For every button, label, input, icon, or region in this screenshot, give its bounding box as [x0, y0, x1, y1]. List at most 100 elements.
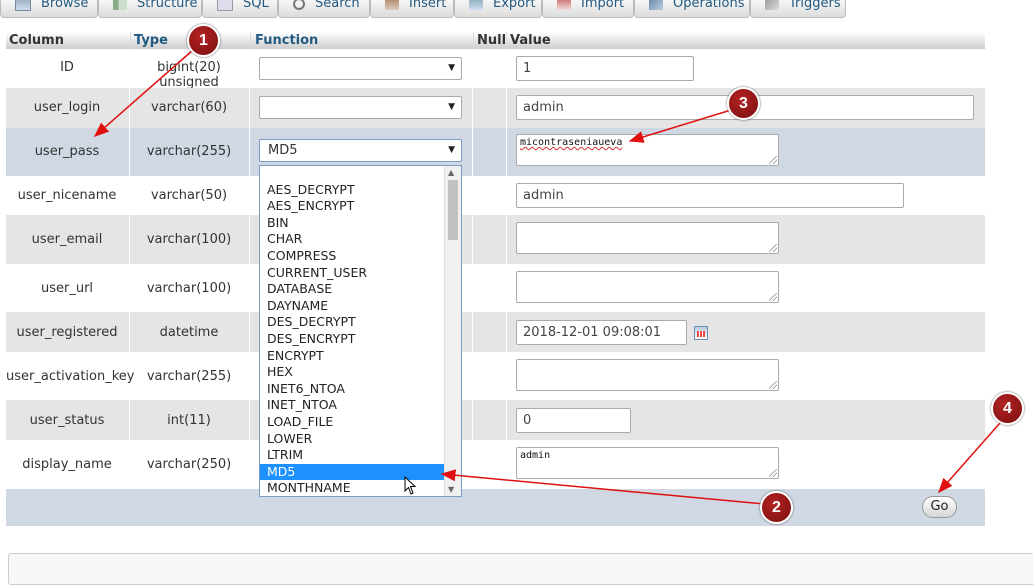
column-name: ID [60, 60, 74, 75]
value-input-user-registered[interactable]: 2018-12-01 09:08:01 [516, 320, 687, 345]
table-row: ID bigint(20) unsigned [6, 49, 985, 90]
dropdown-option[interactable]: INET6_NTOA [260, 381, 444, 397]
column-type: varchar(250) [146, 457, 232, 472]
dropdown-option[interactable]: DES_DECRYPT [260, 314, 444, 330]
tab-export[interactable]: Export [454, 0, 542, 18]
dropdown-option[interactable]: LTRIM [260, 447, 444, 463]
step-marker-3: 3 [727, 87, 760, 120]
column-type: varchar(60) [150, 100, 228, 115]
value-input-id[interactable]: 1 [516, 56, 694, 81]
resize-grip-icon[interactable] [769, 244, 777, 252]
dropdown-option[interactable]: ENCRYPT [260, 348, 444, 364]
dropdown-option[interactable]: INET_NTOA [260, 397, 444, 413]
header-value: Value [510, 33, 551, 48]
table-header: Column Type Function Null Value [6, 32, 985, 49]
column-name: user_url [40, 281, 94, 296]
value-input-user-status[interactable]: 0 [516, 408, 631, 433]
insert-icon [385, 0, 399, 10]
tab-import[interactable]: Import [542, 0, 634, 18]
sql-icon [217, 0, 233, 11]
column-name: user_email [31, 232, 103, 247]
search-icon [293, 0, 305, 10]
column-name: user_login [33, 100, 101, 115]
value-textarea-user-email[interactable] [516, 222, 779, 254]
tab-insert[interactable]: Insert [370, 0, 454, 18]
column-name: user_nicename [17, 188, 117, 203]
resize-grip-icon[interactable] [769, 156, 777, 164]
scroll-down-icon[interactable]: ▼ [448, 485, 454, 494]
step-marker-4: 4 [991, 392, 1024, 425]
dropdown-option[interactable]: DATABASE [260, 281, 444, 297]
value-textarea-user-activation-key[interactable] [516, 359, 779, 391]
tab-triggers[interactable]: Triggers [750, 0, 846, 18]
tab-structure[interactable]: Structure [98, 0, 202, 18]
resize-grip-icon[interactable] [769, 381, 777, 389]
dropdown-option[interactable]: HEX [260, 364, 444, 380]
column-type: varchar(255) [146, 369, 232, 384]
tab-browse[interactable]: Browse [0, 0, 98, 18]
column-type: varchar(255) [146, 144, 232, 159]
function-select-user-login[interactable]: ▼ [259, 96, 462, 119]
dropdown-option[interactable]: BIN [260, 215, 444, 231]
column-type: varchar(100) [146, 281, 232, 296]
value-input-user-nicename[interactable]: admin [516, 183, 904, 208]
footer-panel [8, 553, 1033, 585]
header-null: Null [477, 33, 507, 48]
value-textarea-user-pass[interactable]: micontraseniaueva [516, 134, 779, 166]
import-icon [557, 0, 571, 10]
column-name: user_pass [34, 144, 100, 159]
dropdown-option[interactable]: LOWER [260, 431, 444, 447]
value-textarea-user-url[interactable] [516, 271, 779, 303]
column-name: user_activation_key [6, 369, 135, 384]
dropdown-option[interactable]: LOAD_FILE [260, 414, 444, 430]
form-action-row [6, 489, 985, 526]
dropdown-option[interactable]: AES_DECRYPT [260, 182, 444, 198]
column-name: user_registered [16, 325, 118, 340]
dropdown-scrollbar[interactable]: ▲ ▼ [444, 166, 461, 496]
mouse-cursor-icon [404, 476, 417, 495]
function-select-user-pass[interactable]: MD5 ▼ [259, 139, 462, 162]
dropdown-arrow-icon: ▼ [448, 145, 455, 155]
resize-grip-icon[interactable] [769, 293, 777, 301]
column-type: varchar(100) [146, 232, 232, 247]
dropdown-option[interactable]: CURRENT_USER [260, 265, 444, 281]
scroll-up-icon[interactable]: ▲ [448, 168, 454, 177]
export-icon [469, 0, 483, 10]
structure-icon [113, 0, 127, 10]
browse-icon [15, 0, 31, 11]
step-marker-2: 2 [760, 491, 793, 524]
dropdown-option[interactable]: DAYNAME [260, 298, 444, 314]
go-button[interactable]: Go [922, 496, 957, 518]
function-select-id[interactable]: ▼ [259, 57, 462, 80]
column-name: user_status [29, 413, 105, 428]
triggers-icon [765, 0, 779, 10]
column-type: datetime [159, 325, 219, 340]
tab-operations[interactable]: Operations [634, 0, 750, 18]
dropdown-arrow-icon: ▼ [448, 63, 455, 73]
calendar-icon[interactable] [694, 326, 708, 340]
header-function[interactable]: Function [255, 32, 318, 49]
dropdown-option[interactable]: CHAR [260, 231, 444, 247]
tab-sql[interactable]: SQL [202, 0, 278, 18]
dropdown-option[interactable]: AES_ENCRYPT [260, 198, 444, 214]
dropdown-option[interactable]: DES_ENCRYPT [260, 331, 444, 347]
header-type[interactable]: Type [134, 32, 168, 49]
column-type: int(11) [167, 413, 211, 428]
column-name: display_name [22, 457, 112, 472]
table-row: user_url varchar(100) [6, 264, 985, 312]
column-type: varchar(50) [150, 188, 228, 203]
column-type: bigint(20) unsigned [157, 60, 221, 90]
tab-search[interactable]: Search [278, 0, 370, 18]
tab-bar: Browse Structure SQL Search Insert Expor… [0, 0, 1033, 20]
table-row: user_registered datetime [6, 312, 985, 352]
step-marker-1: 1 [187, 24, 220, 57]
table-row: user_activation_key varchar(255) [6, 352, 985, 400]
header-column: Column [9, 33, 64, 48]
resize-grip-icon[interactable] [769, 469, 777, 477]
function-dropdown-list[interactable]: AES_DECRYPT AES_ENCRYPT BIN CHAR COMPRES… [259, 165, 462, 497]
value-textarea-display-name[interactable]: admin [516, 447, 779, 479]
dropdown-arrow-icon: ▼ [448, 102, 455, 112]
operations-icon [649, 0, 663, 10]
scrollbar-thumb[interactable] [448, 180, 458, 240]
dropdown-option[interactable]: COMPRESS [260, 248, 444, 264]
